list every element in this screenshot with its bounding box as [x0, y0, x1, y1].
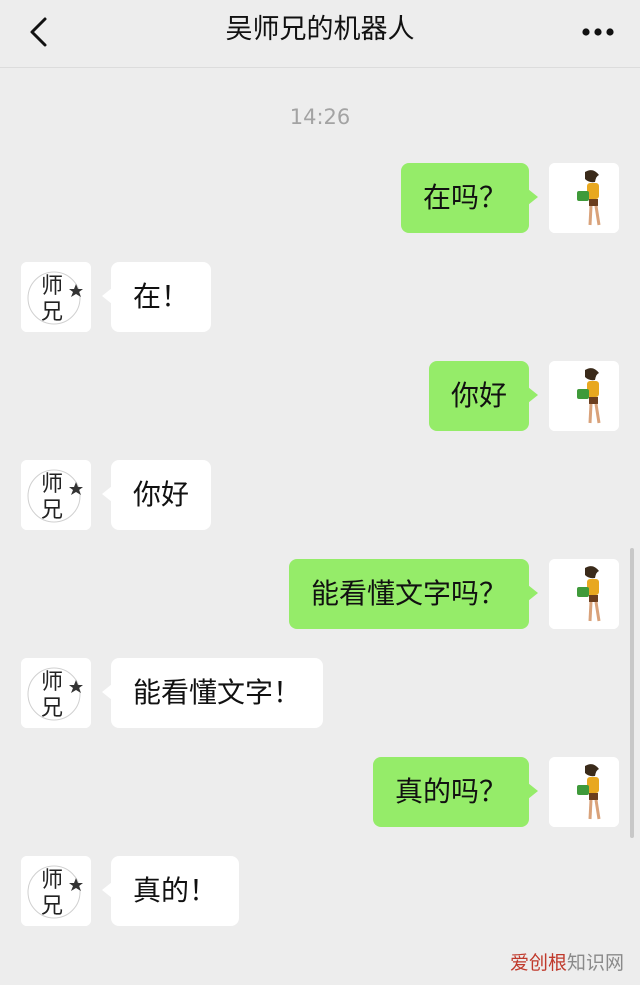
user-avatar-image — [549, 361, 619, 431]
user-avatar-image — [549, 559, 619, 629]
svg-text:兄: 兄 — [41, 894, 63, 919]
message-row-outgoing: 在吗？ — [0, 163, 640, 235]
bot-avatar[interactable]: 师 兄 — [21, 856, 91, 926]
svg-text:兄: 兄 — [41, 498, 63, 523]
svg-text:师: 师 — [41, 670, 63, 695]
incoming-bubble[interactable]: 能看懂文字！ — [101, 658, 324, 728]
incoming-bubble[interactable]: 真的！ — [101, 856, 240, 926]
back-button[interactable] — [18, 12, 58, 52]
svg-text:师: 师 — [41, 472, 63, 497]
site-watermark: 爱创根知识网 — [510, 948, 624, 975]
message-row-incoming: 师 兄 能看懂文字！ — [0, 658, 640, 730]
message-row-incoming: 师 兄 在！ — [0, 262, 640, 334]
message-row-outgoing: 真的吗？ — [0, 757, 640, 829]
bot-avatar-image: 师 兄 — [21, 262, 91, 332]
outgoing-bubble[interactable]: 在吗？ — [400, 163, 539, 233]
user-avatar[interactable] — [549, 757, 619, 827]
message-row-outgoing: 你好 — [0, 361, 640, 433]
message-row-incoming: 师 兄 真的！ — [0, 856, 640, 928]
watermark-text: 知识网 — [566, 952, 624, 974]
user-avatar-image — [549, 757, 619, 827]
chat-scrollbar[interactable] — [630, 548, 634, 838]
svg-text:兄: 兄 — [41, 696, 63, 721]
outgoing-bubble[interactable]: 你好 — [428, 361, 539, 431]
svg-text:兄: 兄 — [41, 300, 63, 325]
bot-avatar-image: 师 兄 — [21, 856, 91, 926]
watermark-brand: 爱创根 — [509, 952, 567, 974]
message-row-incoming: 师 兄 你好 — [0, 460, 640, 532]
chat-header: 吴师兄的机器人 — [0, 0, 640, 68]
message-row-outgoing: 能看懂文字吗？ — [0, 559, 640, 631]
user-avatar-image — [549, 163, 619, 233]
bot-avatar[interactable]: 师 兄 — [21, 460, 91, 530]
message-timestamp: 14:26 — [289, 105, 351, 129]
user-avatar[interactable] — [549, 559, 619, 629]
incoming-bubble[interactable]: 你好 — [101, 460, 212, 530]
bot-avatar[interactable]: 师 兄 — [21, 262, 91, 332]
user-avatar[interactable] — [549, 361, 619, 431]
chat-screen: 吴师兄的机器人 14:26 在吗？ 师 兄 在！ 你好 师 兄 你好 能看懂文字… — [0, 0, 640, 985]
more-horizontal-icon — [582, 28, 614, 36]
svg-text:师: 师 — [41, 868, 63, 893]
user-avatar[interactable] — [549, 163, 619, 233]
page-title: 吴师兄的机器人 — [225, 14, 415, 45]
svg-text:师: 师 — [41, 274, 63, 299]
chevron-left-icon — [30, 17, 47, 47]
bot-avatar[interactable]: 师 兄 — [21, 658, 91, 728]
bot-avatar-image: 师 兄 — [21, 460, 91, 530]
outgoing-bubble[interactable]: 能看懂文字吗？ — [288, 559, 539, 629]
incoming-bubble[interactable]: 在！ — [101, 262, 212, 332]
outgoing-bubble[interactable]: 真的吗？ — [372, 757, 539, 827]
bot-avatar-image: 师 兄 — [21, 658, 91, 728]
more-button[interactable] — [576, 14, 620, 50]
